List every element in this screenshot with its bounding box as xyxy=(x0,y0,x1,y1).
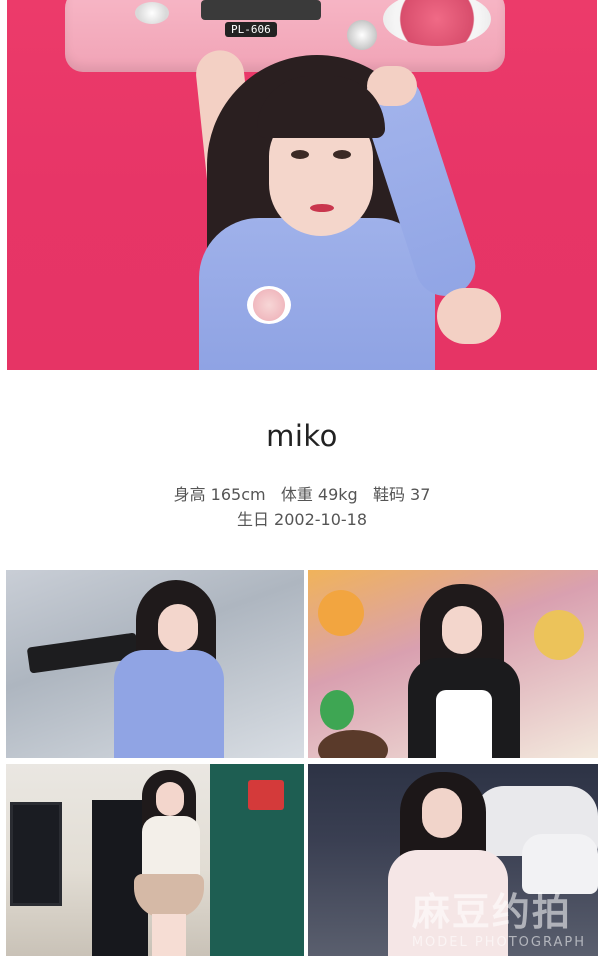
model-face xyxy=(156,782,184,816)
model-skirt xyxy=(134,874,204,918)
model-face xyxy=(442,606,482,654)
boombox-knob xyxy=(347,20,377,50)
gallery-photo-4[interactable]: 麻豆约拍 MODEL PHOTOGRAPH xyxy=(308,764,598,956)
profile-info: miko 身高 165cm 体重 49kg 鞋码 37 生日 2002-10-1… xyxy=(0,370,604,566)
model-left-eye xyxy=(291,150,309,159)
plush-toy xyxy=(318,730,388,758)
model-birthday: 生日 2002-10-18 xyxy=(236,510,368,529)
photo-gallery: 麻豆约拍 MODEL PHOTOGRAPH xyxy=(6,570,598,956)
model-name: miko xyxy=(266,419,338,453)
boombox-left-speaker xyxy=(135,2,169,24)
gallery-photo-1[interactable] xyxy=(6,570,304,758)
model-face xyxy=(158,604,198,652)
model-face xyxy=(422,788,462,838)
model-lips xyxy=(310,204,334,212)
parked-car xyxy=(522,834,598,894)
plush-toy xyxy=(534,610,584,660)
plush-toy xyxy=(320,690,354,730)
boombox-right-speaker xyxy=(383,0,491,46)
pin-badge xyxy=(247,286,291,324)
boombox-label: PL-606 xyxy=(225,22,277,37)
model-right-eye xyxy=(333,150,351,159)
model-apron xyxy=(436,690,492,758)
gallery-photo-3[interactable] xyxy=(6,764,304,956)
plush-toy xyxy=(318,590,364,636)
model-legs xyxy=(152,914,186,956)
building-window xyxy=(10,802,62,906)
shop-sign xyxy=(248,780,284,810)
model-top xyxy=(388,850,508,956)
boombox-display-panel xyxy=(201,0,321,20)
hero-photo[interactable]: PL-606 xyxy=(7,0,597,370)
model-right-elbow xyxy=(437,288,501,344)
model-top xyxy=(114,650,224,758)
gallery-photo-2[interactable] xyxy=(308,570,598,758)
model-top xyxy=(199,218,435,370)
model-stats: 身高 165cm 体重 49kg 鞋码 37 xyxy=(173,485,431,504)
